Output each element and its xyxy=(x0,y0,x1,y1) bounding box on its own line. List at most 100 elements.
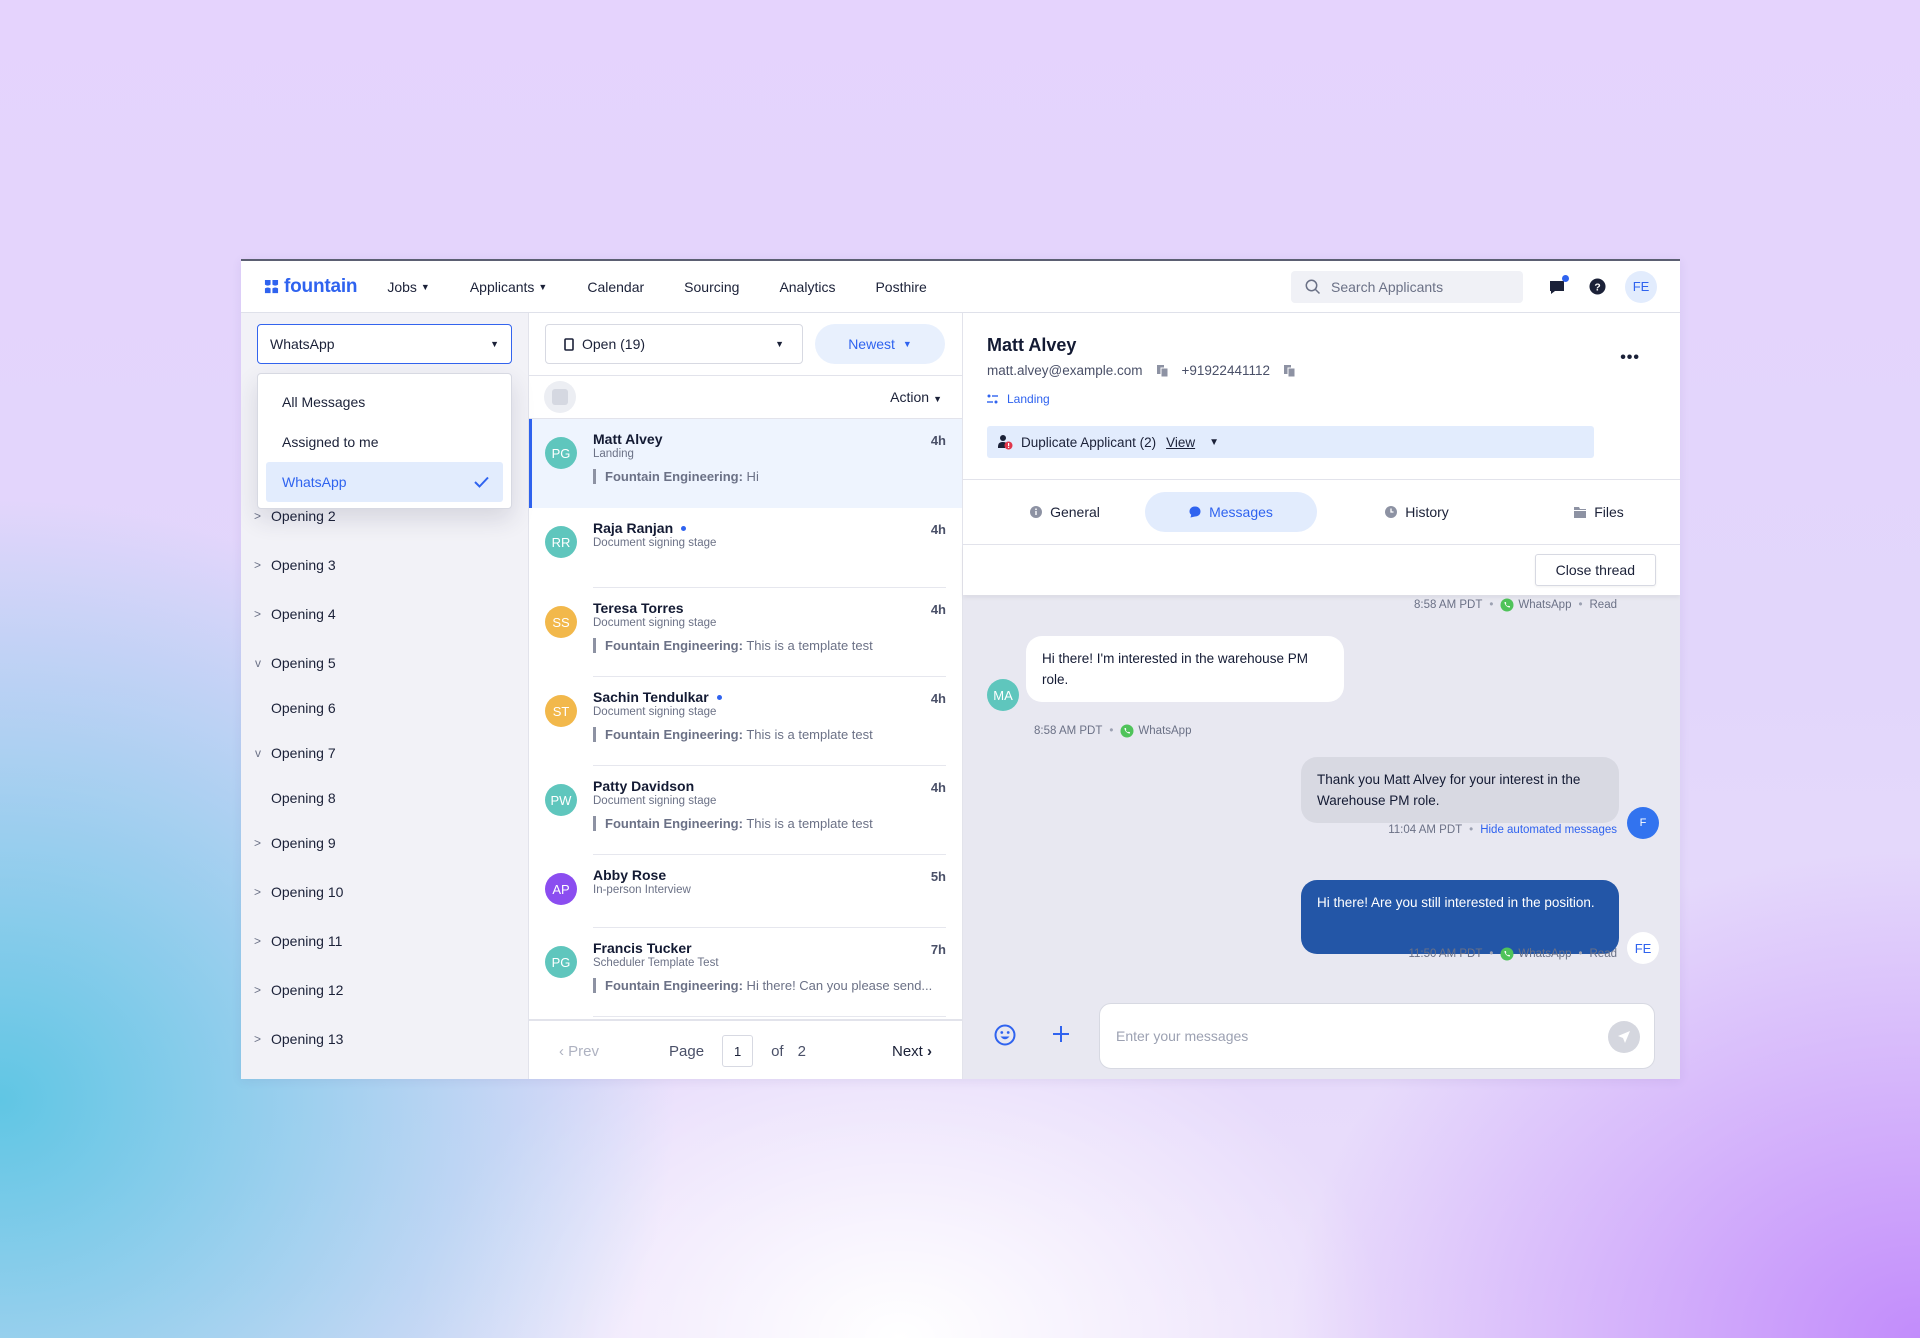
page-label: Page xyxy=(669,1042,705,1060)
conversation-row[interactable]: AP Abby Rose 5h In-person Interview xyxy=(529,855,962,928)
opening-item[interactable]: >Opening 14 xyxy=(241,1063,528,1079)
message-time: 11:50 AM PDT xyxy=(1408,948,1483,960)
detail-tabs: General Messages History Files xyxy=(963,479,1680,545)
filter-option-all-messages[interactable]: All Messages xyxy=(266,382,503,422)
nav-sourcing[interactable]: Sourcing xyxy=(684,279,739,295)
status-filter-select[interactable]: Open (19) ▼ xyxy=(545,324,803,364)
name-text: Matt Alvey xyxy=(593,431,663,447)
message-input[interactable] xyxy=(1116,1028,1596,1044)
nav-applicants[interactable]: Applicants ▼ xyxy=(470,279,548,295)
filter-option-whatsapp[interactable]: WhatsApp xyxy=(266,462,503,502)
action-menu-button[interactable]: Action ▼ xyxy=(890,389,942,405)
chevron-right-icon: › xyxy=(922,1042,932,1060)
prev-label: Prev xyxy=(568,1042,600,1060)
help-button[interactable]: ? xyxy=(1585,275,1609,299)
incoming-message-bubble: Hi there! I'm interested in the warehous… xyxy=(1026,636,1344,702)
preview-text: Hi there! Can you please send... xyxy=(742,978,933,993)
help-icon: ? xyxy=(1588,278,1606,295)
conversation-row[interactable]: SS Teresa Torres 4h Document signing stage F… xyxy=(529,588,962,677)
opening-item[interactable]: v Opening 7 xyxy=(241,728,528,777)
message-input-box[interactable] xyxy=(1099,1003,1655,1069)
opening-item[interactable]: > Opening 12 xyxy=(241,965,528,1014)
nav-analytics-label: Analytics xyxy=(779,278,836,295)
chevron-right-icon: > xyxy=(253,982,261,997)
search-input[interactable] xyxy=(1331,278,1511,295)
message-filter-select[interactable]: WhatsApp ▼ xyxy=(257,324,512,364)
conversation-list-pane: Open (19) ▼ Newest ▼ Action ▼ PG Matt Alve… xyxy=(529,313,963,1079)
conversation-list: PG Matt Alvey 4h Landing Fountain Engineerin… xyxy=(529,419,962,1019)
conversation-row[interactable]: RR Raja Ranjan 4h Document signing stage xyxy=(529,508,962,588)
caret-down-icon[interactable]: ▼ xyxy=(1209,437,1219,448)
opening-item[interactable]: > Opening 13 xyxy=(241,1014,528,1063)
tab-history[interactable]: History xyxy=(1337,492,1497,532)
thread-toolbar: Close thread xyxy=(963,545,1680,595)
opening-item[interactable]: > Opening 9 xyxy=(241,818,528,867)
more-options-button[interactable]: ••• xyxy=(1620,349,1640,367)
conversation-row[interactable]: ST Sachin Tendulkar 4h Document signing sta… xyxy=(529,677,962,766)
nav-calendar[interactable]: Calendar xyxy=(587,279,644,295)
conversation-row[interactable]: PG Francis Tucker 7h Scheduler Template Tes… xyxy=(529,928,962,1017)
close-thread-button[interactable]: Close thread xyxy=(1534,554,1656,586)
separator-dot: • xyxy=(1578,948,1583,960)
bulk-action-bar: Action ▼ xyxy=(529,375,962,419)
opening-label: Opening 12 xyxy=(271,981,344,998)
opening-item[interactable]: v Opening 5 xyxy=(241,638,528,687)
user-avatar[interactable]: FE xyxy=(1625,270,1657,303)
next-page-button[interactable]: Next › xyxy=(892,1043,932,1060)
notification-dot xyxy=(1562,274,1569,282)
name-text: Patty Davidson xyxy=(593,778,695,794)
opening-item[interactable]: Opening 6 xyxy=(241,687,528,728)
copy-icon xyxy=(1156,364,1168,377)
nav-posthire[interactable]: Posthire xyxy=(875,279,926,295)
tab-files[interactable]: Files xyxy=(1519,492,1679,532)
emoji-button[interactable] xyxy=(994,1024,1016,1046)
app-window: fountain Jobs ▼ Applicants ▼ Calendar Sour… xyxy=(241,259,1680,1079)
applicant-stage-link[interactable]: Landing xyxy=(987,392,1050,406)
page-number-input[interactable] xyxy=(722,1035,754,1067)
tab-messages[interactable]: Messages xyxy=(1145,492,1317,532)
opening-item[interactable]: > Opening 4 xyxy=(241,589,528,638)
message-meta: 8:58 AM PDT • WhatsApp xyxy=(1034,724,1191,738)
send-button[interactable] xyxy=(1608,1021,1640,1053)
opening-item[interactable]: > Opening 11 xyxy=(241,916,528,965)
nav-applicants-label: Applicants xyxy=(469,278,535,295)
preview-sender: Fountain Engineering: xyxy=(605,469,743,484)
sidebar: WhatsApp ▼ All Messages Assigned to me W… xyxy=(241,313,529,1079)
opening-item[interactable]: > Opening 3 xyxy=(241,540,528,589)
copy-email-button[interactable] xyxy=(1156,364,1168,377)
sort-button[interactable]: Newest ▼ xyxy=(815,324,945,364)
conversation-row[interactable]: PW Patty Davidson 4h Document signing stage… xyxy=(529,766,962,855)
avatar: SS xyxy=(545,606,577,638)
opening-item[interactable]: Opening 8 xyxy=(241,777,528,818)
separator-dot: • xyxy=(1469,824,1474,836)
nav-jobs[interactable]: Jobs ▼ xyxy=(387,279,430,295)
chevron-right-icon: > xyxy=(253,884,261,899)
caret-down-icon: ▼ xyxy=(933,394,942,404)
fountain-logo-icon xyxy=(264,279,279,294)
conversation-row[interactable]: PG Matt Alvey 4h Landing Fountain Engineerin… xyxy=(529,419,962,508)
prev-page-button[interactable]: ‹ Prev xyxy=(559,1043,599,1060)
tab-label: General xyxy=(1050,504,1100,520)
applicant-name: Patty Davidson xyxy=(593,778,946,794)
search-applicants[interactable] xyxy=(1291,270,1523,303)
message-preview: Fountain Engineering: Hi xyxy=(593,469,946,484)
filter-option-assigned-to-me[interactable]: Assigned to me xyxy=(266,422,503,462)
copy-phone-button[interactable] xyxy=(1283,364,1295,377)
avatar: ST xyxy=(545,695,577,727)
conversation-time: 4h xyxy=(930,691,946,706)
select-all-checkbox[interactable] xyxy=(544,381,576,413)
view-duplicates-link[interactable]: View xyxy=(1166,435,1195,450)
nav-analytics[interactable]: Analytics xyxy=(779,279,835,295)
messages-notification-button[interactable] xyxy=(1545,274,1569,299)
hide-automated-messages-link[interactable]: Hide automated messages xyxy=(1480,824,1617,836)
applicant-name: Teresa Torres xyxy=(593,600,946,616)
chevron-right-icon: > xyxy=(253,933,261,948)
chevron-down-icon: v xyxy=(255,655,261,670)
opening-item[interactable]: > Opening 10 xyxy=(241,867,528,916)
attach-button[interactable] xyxy=(1051,1024,1071,1044)
opening-label: Opening 11 xyxy=(271,932,343,949)
nav-right-tools: ? FE xyxy=(1291,270,1657,303)
avatar: MA xyxy=(987,679,1019,711)
fountain-logo[interactable]: fountain xyxy=(264,276,358,298)
tab-general[interactable]: General xyxy=(985,492,1145,532)
